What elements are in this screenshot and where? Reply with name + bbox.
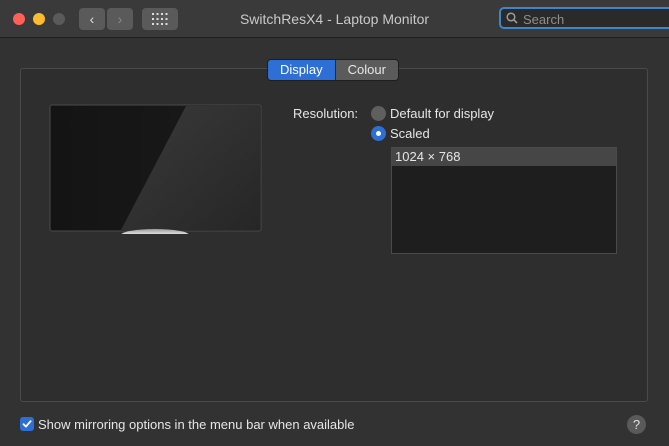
resolution-label: Resolution: — [293, 106, 359, 121]
default-resolution-radio[interactable] — [371, 106, 386, 121]
checkmark-icon — [22, 420, 32, 428]
scaled-resolution-radio[interactable] — [371, 126, 386, 141]
mirroring-checkbox[interactable] — [20, 417, 34, 431]
scaled-resolution-label[interactable]: Scaled — [390, 126, 430, 141]
resolution-list[interactable]: 1024 × 768 — [391, 147, 617, 254]
resolution-list-item[interactable]: 1024 × 768 — [392, 148, 616, 166]
mirroring-label[interactable]: Show mirroring options in the menu bar w… — [38, 417, 355, 432]
default-resolution-label[interactable]: Default for display — [390, 106, 494, 121]
title-bar: ‹ › SwitchResX4 - Laptop Monitor — [0, 0, 669, 38]
tab-colour[interactable]: Colour — [334, 60, 398, 80]
search-icon — [506, 12, 518, 24]
search-input[interactable] — [521, 10, 665, 28]
help-button[interactable]: ? — [627, 415, 646, 434]
monitor-illustration — [49, 104, 262, 234]
search-field[interactable] — [499, 7, 669, 29]
tab-display[interactable]: Display — [268, 60, 335, 80]
question-icon: ? — [632, 417, 641, 432]
tab-bar: Display Colour — [267, 59, 399, 81]
